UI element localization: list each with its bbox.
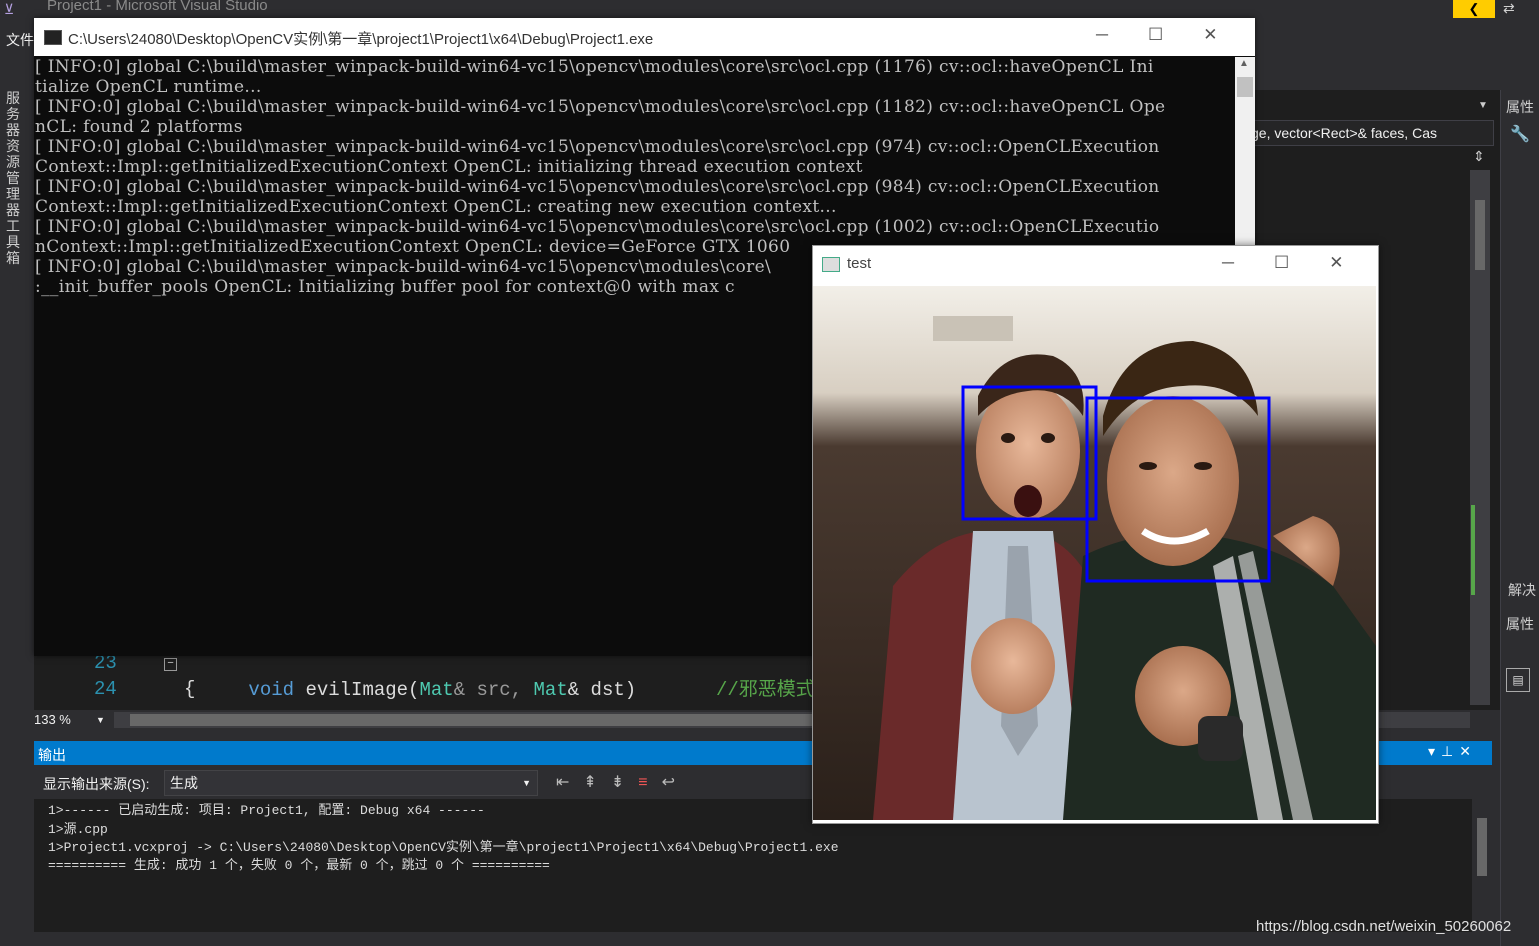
console-line: [ INFO:0] global C:\build\master_winpack… [35, 57, 1154, 77]
panel-controls[interactable]: ▾⊥✕ [1428, 743, 1477, 760]
change-marker [1471, 505, 1475, 595]
console-line: nContext::Impl::getInitializedExecutionC… [35, 237, 791, 257]
properties-tab-2[interactable]: 属性 [1506, 614, 1534, 634]
maximize-icon[interactable]: ☐ [1274, 253, 1329, 272]
output-line: 1>Project1.vcxproj -> C:\Users\24080\Des… [48, 840, 839, 855]
minimize-icon[interactable]: ─ [1096, 25, 1148, 44]
previous-message-icon[interactable]: ⇞ [583, 774, 610, 791]
ceiling-light [933, 316, 1013, 341]
console-line: [ INFO:0] global C:\build\master_winpack… [35, 137, 1160, 157]
zoom-value: 133 % [34, 712, 71, 727]
vs-window-title: Project1 - Microsoft Visual Studio [47, 0, 268, 14]
line-number: 24 [94, 678, 117, 700]
console-line: nCL: found 2 platforms [35, 117, 243, 137]
next-message-icon[interactable]: ⇟ [611, 774, 638, 791]
console-line: Context::Impl::getInitializedExecutionCo… [35, 197, 837, 217]
minimize-icon[interactable]: ─ [1222, 253, 1274, 272]
code-brace: { [184, 678, 196, 700]
clear-all-icon[interactable]: ≡ [638, 774, 661, 791]
code-lines[interactable]: 23 − void evilImage(Mat& src, Mat& dst) … [34, 650, 815, 706]
console-window-title: C:\Users\24080\Desktop\OpenCV实例\第一章\proj… [68, 31, 654, 48]
console-line: [ INFO:0] global C:\build\master_winpack… [35, 177, 1160, 197]
pin-icon[interactable]: ⊥ [1441, 743, 1459, 759]
console-line: :__init_buffer_pools OpenCL: Initializin… [35, 277, 735, 297]
chevron-down-icon[interactable]: ▼ [1478, 100, 1488, 111]
horizontal-scroll-thumb[interactable] [130, 714, 812, 726]
wrench-icon[interactable]: 🔧 [1510, 124, 1530, 144]
image-window-title: test [847, 255, 872, 272]
close-icon[interactable]: ✕ [1329, 253, 1383, 272]
close-icon[interactable]: ✕ [1203, 25, 1257, 44]
output-line: 1>------ 已启动生成: 项目: Project1, 配置: Debug … [48, 803, 485, 818]
menu-file[interactable]: 文件 [6, 30, 34, 50]
notification-icon[interactable]: ❮ [1453, 0, 1495, 18]
chevron-down-icon[interactable]: ▾ [1428, 743, 1441, 759]
photo-illustration [813, 286, 1376, 820]
zoom-level-dropdown[interactable]: 133 % ▼ [34, 710, 110, 730]
console-app-icon [44, 30, 62, 45]
member-navigation-dropdown[interactable]: ge, vector<Rect>& faces, Cas [1250, 120, 1494, 146]
right-side-panel [1500, 90, 1539, 946]
chevron-down-icon: ▼ [522, 778, 531, 788]
left-side-tabs[interactable]: 服务器资源管理器 工具箱 [6, 90, 24, 266]
maximize-icon[interactable]: ☐ [1148, 25, 1203, 44]
console-line: tialize OpenCL runtime... [35, 77, 262, 97]
console-line: [ INFO:0] global C:\build\master_winpack… [35, 257, 772, 277]
output-line: ========== 生成: 成功 1 个，失败 0 个，最新 0 个，跳过 0… [48, 858, 550, 873]
find-message-icon[interactable]: ⇤ [556, 774, 583, 791]
image-window-controls[interactable]: ─☐✕ [1222, 253, 1384, 273]
close-icon[interactable]: ✕ [1459, 743, 1477, 759]
output-source-dropdown[interactable]: 生成 ▼ [164, 770, 538, 796]
output-line: 1>源.cpp [48, 822, 108, 837]
face-detection-photo [813, 286, 1376, 820]
output-source-value: 生成 [170, 775, 198, 791]
properties-tab[interactable]: 属性 [1506, 97, 1534, 117]
chevron-down-icon: ▼ [96, 715, 105, 725]
solution-explorer-tab[interactable]: 解决 [1508, 580, 1536, 600]
scroll-up-icon[interactable]: ▲ [1239, 58, 1249, 69]
console-line: [ INFO:0] global C:\build\master_winpack… [35, 97, 1166, 117]
editor-scroll-thumb[interactable] [1475, 200, 1485, 270]
word-wrap-icon[interactable]: ↩ [662, 774, 689, 791]
output-tool-buttons[interactable]: ⇤⇞⇟≡↩ [556, 772, 689, 792]
output-panel-title: 输出 [38, 747, 66, 763]
console-window-controls[interactable]: ─☐✕ [1096, 25, 1258, 45]
collapse-icon[interactable]: − [164, 658, 177, 671]
image-window-app-icon [822, 257, 840, 272]
console-scroll-thumb[interactable] [1237, 77, 1253, 97]
output-scroll-thumb[interactable] [1477, 818, 1487, 876]
console-line: Context::Impl::getInitializedExecutionCo… [35, 157, 863, 177]
visual-studio-logo-icon: ⊻ [4, 1, 15, 17]
account-icon[interactable]: ⇄ [1503, 0, 1515, 17]
output-source-label: 显示输出来源(S): [43, 776, 150, 792]
property-pages-icon[interactable]: ▤ [1506, 668, 1530, 692]
split-window-icon[interactable]: ⇕ [1473, 148, 1485, 165]
console-line: [ INFO:0] global C:\build\master_winpack… [35, 217, 1160, 237]
watermark-text: https://blog.csdn.net/weixin_50260062 [1256, 918, 1512, 935]
